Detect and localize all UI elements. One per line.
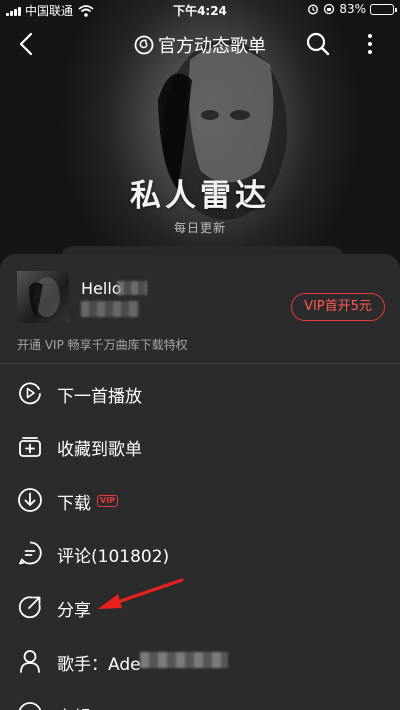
menu-item-label: 评论(101802)	[57, 547, 170, 567]
redaction-block	[117, 281, 147, 295]
vip-purchase-button[interactable]: VIP首开5元	[291, 293, 385, 321]
menu-item-label: 下一首播放	[57, 387, 142, 407]
playlist-subtitle: 每日更新	[173, 221, 226, 235]
rotation-lock-icon	[324, 3, 335, 15]
album-icon	[18, 702, 42, 710]
nav-title: 官方动态歌单	[0, 32, 400, 58]
alarm-icon	[308, 4, 319, 15]
song-action-sheet: Hello VIP首开5元 开通 VIP 畅享千万曲库下载特权 下一首播放 收藏…	[0, 254, 400, 710]
menu-item-label: 分享	[57, 601, 91, 621]
comment-icon	[19, 541, 42, 565]
menu-item-label: 专辑	[57, 703, 91, 710]
menu-item-play-next[interactable]: 下一首播放	[0, 367, 400, 419]
playlist-title: 私人雷达	[130, 178, 270, 214]
song-name: Hello	[81, 279, 122, 298]
menu-item-label: 歌手：Ade	[57, 655, 141, 675]
search-icon[interactable]	[304, 30, 332, 58]
menu-item-album[interactable]: 专辑	[0, 688, 400, 710]
vip-badge: VIP	[97, 495, 119, 507]
share-icon	[18, 596, 41, 619]
menu-item-label: 下载	[57, 494, 91, 514]
more-vertical-icon[interactable]	[358, 30, 382, 58]
nav-bar: 官方动态歌单	[0, 24, 400, 64]
nav-title-text: 官方动态歌单	[158, 36, 266, 57]
status-bar: 中国联通 下午4:24 83%	[0, 0, 400, 20]
add-to-playlist-icon	[19, 437, 41, 457]
menu-item-label: 收藏到歌单	[57, 440, 142, 460]
menu-item-comments[interactable]: 评论(101802)	[0, 527, 400, 579]
redaction-block	[140, 652, 228, 668]
divider	[0, 363, 400, 364]
play-next-icon	[19, 382, 41, 405]
artist-icon	[20, 650, 40, 673]
redaction-block	[81, 301, 139, 317]
menu-item-add-to-playlist[interactable]: 收藏到歌单	[0, 420, 400, 472]
menu-item-artist[interactable]: 歌手：Ade	[0, 635, 400, 687]
menu-item-share[interactable]: 分享	[0, 581, 400, 633]
battery-icon	[370, 3, 397, 15]
song-cover-image	[17, 271, 69, 323]
vip-promo-text: 开通 VIP 畅享千万曲库下载特权	[17, 338, 188, 352]
download-icon	[18, 488, 42, 512]
battery-percent: 83%	[339, 2, 366, 16]
netease-logo-icon	[134, 35, 154, 55]
annotation-arrow-icon	[98, 578, 184, 609]
menu-item-download[interactable]: 下载 VIP	[0, 474, 400, 526]
